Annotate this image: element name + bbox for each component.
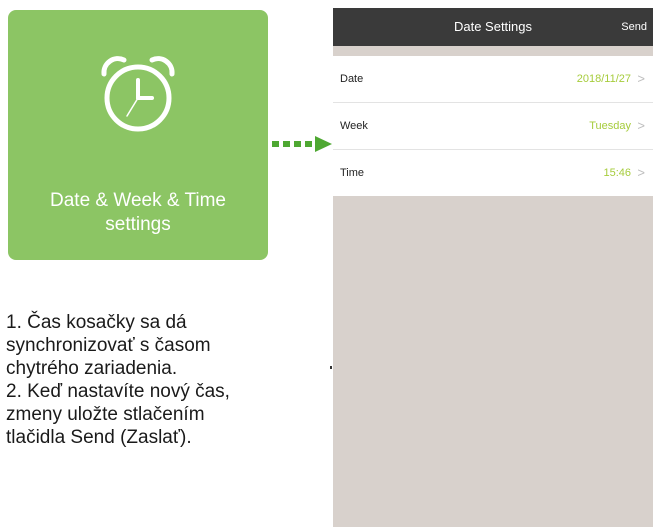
week-row[interactable]: Week Tuesday > [333, 103, 653, 150]
week-label: Week [340, 120, 368, 132]
instruction-line: 2. Keď nastavíte nový čas, [6, 381, 230, 402]
date-row[interactable]: Date 2018/11/27 > [333, 56, 653, 103]
chevron-right-icon: > [637, 118, 645, 133]
tile-label-line-2: settings [105, 214, 171, 235]
instruction-line: 1. Čas kosačky sa dá [6, 312, 187, 333]
time-row[interactable]: Time 15:46 > [333, 150, 653, 196]
phone-screen: Date Settings Send Date 2018/11/27 > Wee… [333, 8, 653, 527]
date-week-time-settings-tile[interactable]: Date & Week & Time settings [8, 10, 268, 260]
chevron-right-icon: > [637, 71, 645, 86]
instruction-line: chytrého zariadenia. [6, 358, 178, 379]
instructions-text: 1. Čas kosačky sa dá synchronizovať s ča… [6, 311, 326, 449]
tile-label: Date & Week & Time settings [8, 189, 268, 237]
page-title: Date Settings [453, 19, 533, 34]
time-value: 15:46 [603, 167, 631, 179]
instruction-line: zmeny uložte stlačením [6, 404, 205, 425]
date-label: Date [340, 73, 364, 85]
time-label: Time [340, 167, 365, 179]
dashed-arrow-right-icon [272, 136, 332, 152]
instruction-line: synchronizovať s časom [6, 335, 211, 356]
tile-label-line-1: Date & Week & Time [50, 190, 226, 211]
stray-mark [330, 366, 332, 369]
send-button[interactable]: Send [621, 8, 647, 46]
alarm-clock-icon [101, 56, 175, 132]
week-value: Tuesday [589, 120, 631, 132]
instruction-line: tlačidla Send (Zaslať). [6, 427, 192, 448]
chevron-right-icon: > [637, 165, 645, 180]
date-value: 2018/11/27 [576, 73, 631, 85]
settings-list: Date 2018/11/27 > Week Tuesday > Time 15… [333, 56, 653, 196]
nav-bar: Date Settings Send [333, 8, 653, 46]
